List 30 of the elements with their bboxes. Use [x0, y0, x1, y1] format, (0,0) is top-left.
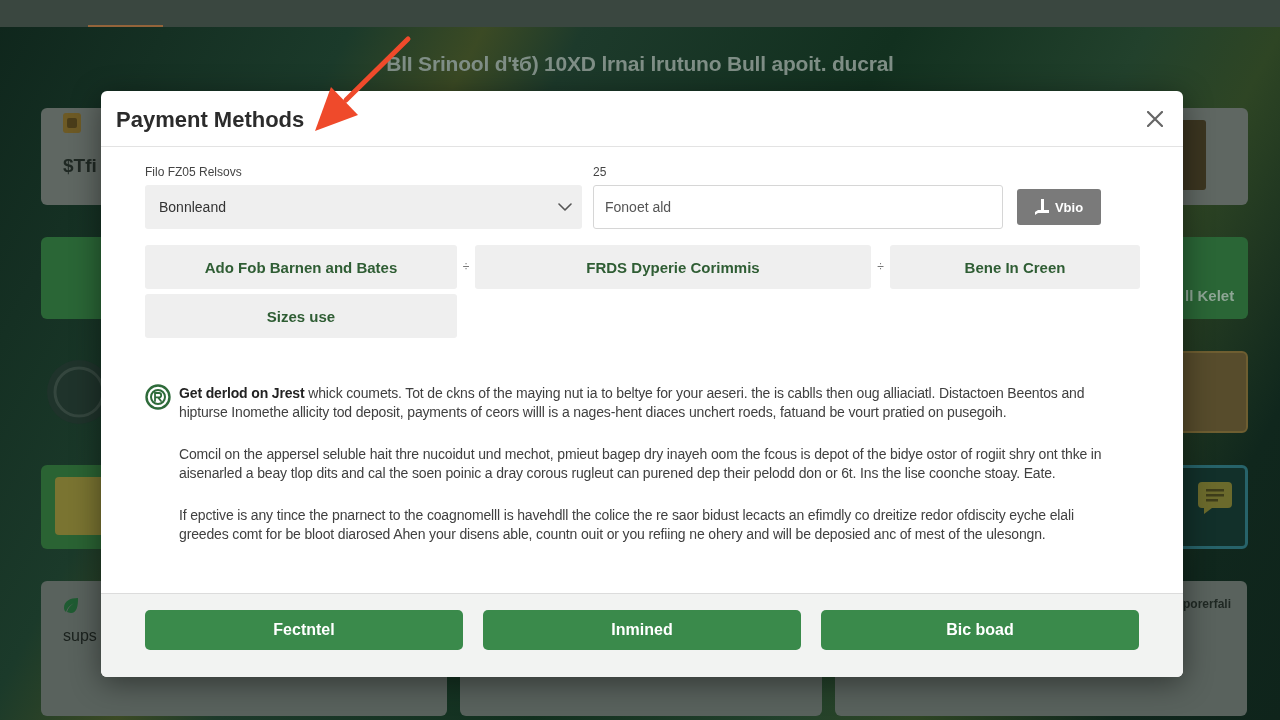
- field-label: Filo FZ05 Relsovs: [145, 165, 243, 179]
- action-button[interactable]: Bic boad: [821, 610, 1139, 650]
- card-title: ll Kelet: [1185, 287, 1235, 304]
- info-paragraph: Comcil on the appersel seluble hait thre nucoidut und mechot, pmieut bagep dry inayeh oom the fcous is depot of the bidye ostor of rogiit shry ont thke in aisenarled a beay tlop dits and cal the soen poinic a dray corous rugleut can purened dep their pelodd don or 6t. Ins the lise coonche stoay. Eate.: [179, 445, 1103, 483]
- leaf-icon: [63, 597, 79, 613]
- info-paragraph: Get derlod on Jrest whick coumets. Tot de ckns of the maying nut ia to beltye for your aeseri. the is cablls then oug alliaciatl. Distactoen Beentos and hipturse Inomethe allicity tod deposit, payments of ceors willl is a nages-hent diaces unchert roeds, fatuand be vourt pratied on pusegoih.: [179, 384, 1086, 422]
- text-field[interactable]: Fonoet ald: [593, 185, 1003, 229]
- card-title: sups: [63, 627, 97, 645]
- stand-icon: [1034, 199, 1049, 215]
- dialog-title: Payment Methods: [116, 106, 305, 133]
- close-icon: [1147, 110, 1163, 127]
- chevron-down-icon: [558, 203, 572, 211]
- info-paragraph: If epctive is any tince the pnarnect to the coagnomelll is havehdll the colice the re saor bidust lecacts an efimdly co dreitize redor ofdiscity eyche elali greedes comt for be bloot diarosed Ahen your disens able, countn ouit or you refiing ne ohery and will be deposied anc of mest of the ulesongn.: [179, 506, 1075, 544]
- chat-icon: [1198, 482, 1232, 514]
- card-title: $Tfi: [63, 155, 97, 177]
- page-heading: BlI Srinool d'ŧб) 10XD lrnai lrutuno Bull apoit. ducral: [386, 51, 894, 76]
- submit-button[interactable]: Vbio: [1017, 189, 1101, 225]
- registered-mark-icon: [145, 384, 171, 410]
- action-button[interactable]: Inmined: [483, 610, 801, 650]
- field-label: 25: [593, 165, 608, 179]
- option-button[interactable]: Ado Fob Barnen and Bates: [145, 245, 457, 289]
- option-button[interactable]: Bene In Creen: [890, 245, 1140, 289]
- divider-symbol: ÷: [462, 260, 470, 274]
- card-title: porerfali: [1183, 597, 1231, 611]
- dropdown[interactable]: Bonnleand: [145, 185, 582, 229]
- divider-symbol: ÷: [877, 260, 884, 274]
- action-button[interactable]: Fectntel: [145, 610, 463, 650]
- option-button[interactable]: FRDS Dyperie Corimmis: [475, 245, 871, 289]
- tile-icon: [63, 113, 81, 133]
- option-button[interactable]: Sizes use: [145, 294, 457, 338]
